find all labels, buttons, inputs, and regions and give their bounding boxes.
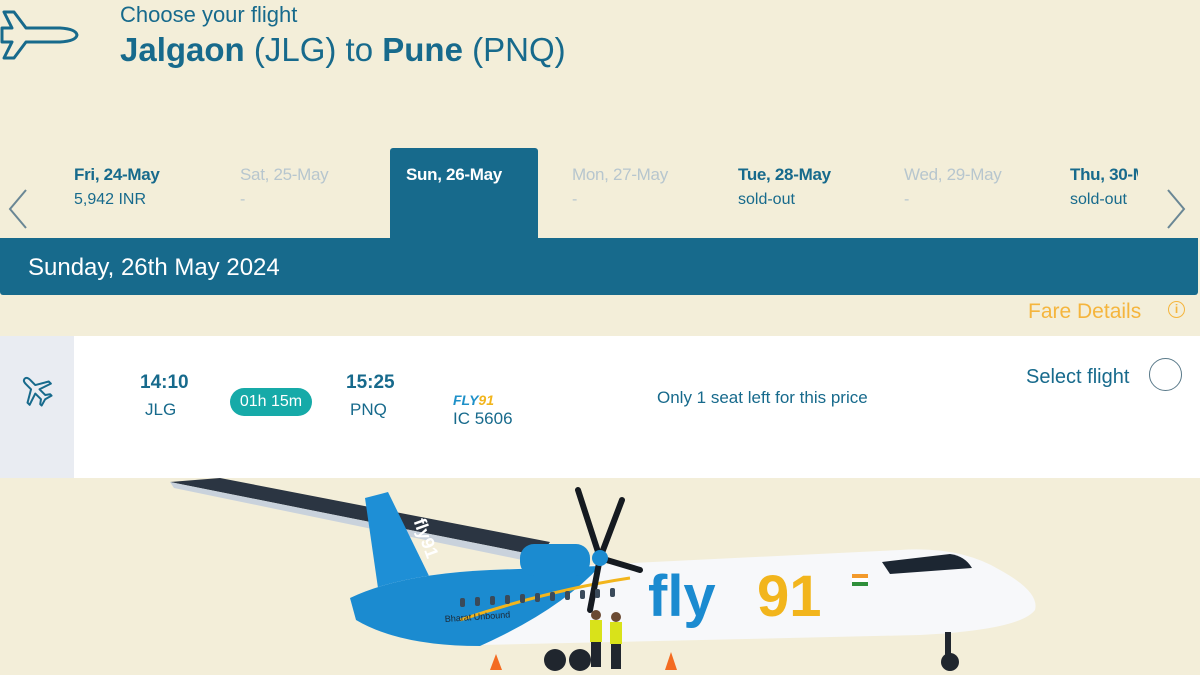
date-tab-sat-25-may[interactable]: Sat, 25-May - [224,148,372,240]
info-icon[interactable]: i [1168,301,1185,318]
flight-icon [22,376,53,407]
tab-price: sold-out [738,191,795,208]
tab-date: Fri, 24-May [74,165,160,184]
tab-date: Thu, 30-May [1070,165,1138,184]
seat-availability: Only 1 seat left for this price [657,388,868,407]
destination-city: Pune [382,31,463,68]
chevron-right-icon[interactable] [1164,186,1188,232]
flight-number: IC 5606 [453,409,513,428]
fare-details-link[interactable]: Fare Details [1028,300,1141,324]
departure-code: JLG [145,400,177,419]
selected-day-label: Sunday, 26th May 2024 [28,254,280,281]
tab-price: - [240,191,246,208]
date-tab-wed-29-may[interactable]: Wed, 29-May - [888,148,1036,240]
date-tab-sun-26-may[interactable]: Sun, 26-May [390,148,538,240]
airline-logo: FLY91 [453,392,494,408]
date-tab-thu-30-may[interactable]: Thu, 30-May sold-out [1054,148,1138,240]
route-title: Jalgaon (JLG) to Pune (PNQ) [120,31,566,69]
origin-code: (JLG) [253,31,337,68]
destination-code: (PNQ) [472,31,566,68]
aircraft-logo-a: fly [648,564,716,629]
select-flight-radio[interactable] [1149,358,1182,391]
tab-price: - [904,191,910,208]
chevron-left-icon[interactable] [6,186,30,232]
aircraft-logo-b: 91 [757,564,822,629]
select-flight-label[interactable]: Select flight [1026,366,1129,389]
departure-time: 14:10 [140,372,189,393]
flight-card-icon-column [0,336,74,478]
arrival-time: 15:25 [346,372,395,393]
origin-city: Jalgaon [120,31,245,68]
tab-date: Wed, 29-May [904,165,1002,184]
selected-day-bar: Sunday, 26th May 2024 [0,238,1198,295]
arrival-code: PNQ [350,400,387,419]
duration-badge: 01h 15m [230,388,312,416]
date-tabs: Fri, 24-May 5,942 INR Sat, 25-May - Sun,… [58,148,1138,240]
flight-card: 14:10 JLG 01h 15m 15:25 PNQ FLY91 IC 560… [0,336,1200,478]
aircraft-image: fly91 fly 91 Bharat Unbound [170,478,1036,671]
date-tab-fri-24-may[interactable]: Fri, 24-May 5,942 INR [58,148,206,240]
tab-date: Tue, 28-May [738,165,831,184]
date-tab-tue-28-may[interactable]: Tue, 28-May sold-out [722,148,870,240]
page-subtitle: Choose your flight [120,2,298,27]
tab-date: Sat, 25-May [240,165,329,184]
tab-date: Mon, 27-May [572,165,668,184]
tab-price: sold-out [1070,191,1127,208]
route-connector: to [345,31,374,68]
tab-price: 5,942 INR [74,191,147,208]
tab-price: - [572,191,578,208]
date-tab-mon-27-may[interactable]: Mon, 27-May - [556,148,704,240]
airplane-icon [0,10,79,60]
tab-date: Sun, 26-May [406,165,502,184]
